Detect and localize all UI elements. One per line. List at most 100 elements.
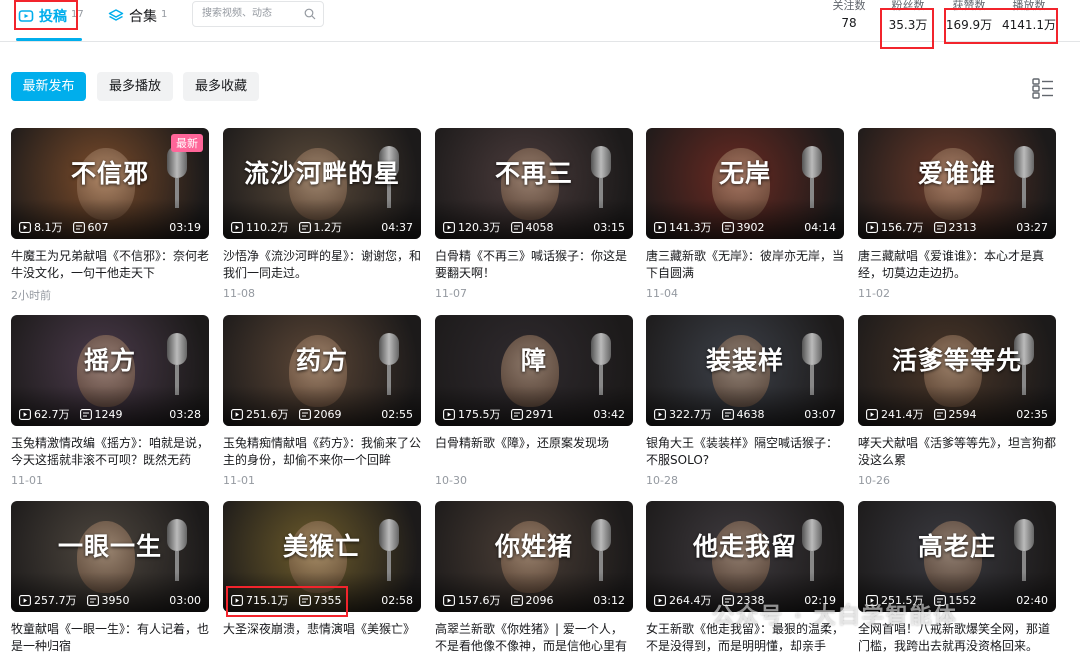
video-card[interactable]: 摇方 62.7万 1249 03:28 玉兔精激情改编《摇方》：咱就是说，今天这摇就非滚… xyxy=(11,315,209,487)
danmaku-icon xyxy=(933,221,946,233)
video-thumbnail[interactable]: 你姓猪 157.6万 2096 03:12 xyxy=(435,501,633,612)
filter-most-played[interactable]: 最多播放 xyxy=(97,72,173,101)
video-thumbnail[interactable]: 他走我留 264.4万 2338 02:19 xyxy=(646,501,844,612)
video-duration: 03:07 xyxy=(804,407,836,421)
search-icon[interactable] xyxy=(304,8,316,20)
highlight-box xyxy=(944,8,1058,44)
video-stats: 110.2万 1.2万 04:37 xyxy=(231,219,413,235)
video-stats: 251.6万 2069 02:55 xyxy=(231,406,413,422)
video-title[interactable]: 银角大王《装装样》隔空喊话猴子：不服SOLO? xyxy=(646,435,844,469)
video-title[interactable]: 高翠兰新歌《你姓猪》| 爱一个人，不是看他像不像神，而是信他心里有光。 xyxy=(435,621,633,655)
play-count: 120.3万 xyxy=(458,221,501,234)
thumbnail-song-title: 摇方 xyxy=(83,346,136,375)
video-card[interactable]: 爱谁谁 156.7万 2313 03:27 唐三藏献唱《爱谁谁》：本心才是真经，切莫边走… xyxy=(858,128,1056,300)
danmaku-count: 2313 xyxy=(948,220,977,234)
danmaku-icon xyxy=(721,408,734,420)
tab-collections-count: 1 xyxy=(161,8,168,20)
video-title[interactable]: 白骨精新歌《障》，还原案发现场 xyxy=(435,435,633,469)
video-title[interactable]: 玉兔精激情改编《摇方》：咱就是说，今天这摇就非滚不可呗？既然无药可… xyxy=(11,435,209,469)
video-duration: 04:14 xyxy=(804,220,836,234)
list-view-icon[interactable] xyxy=(1032,77,1054,99)
video-title[interactable]: 牧童献唱《一眼一生》：有人记着，也是一种归宿 xyxy=(11,621,209,655)
video-duration: 03:42 xyxy=(593,407,625,421)
filter-most-favorited[interactable]: 最多收藏 xyxy=(183,72,259,101)
danmaku-icon xyxy=(72,221,85,233)
active-tab-indicator xyxy=(16,38,82,41)
video-card[interactable]: 美猴亡715.1万735502:58大圣深夜崩溃，悲情演唱《美猴亡》10-24 xyxy=(223,501,421,662)
video-thumbnail[interactable]: 一眼一生 257.7万 3950 03:00 xyxy=(11,501,209,612)
video-card[interactable]: 不信邪 最新 8.1万 607 03:19 牛魔王为兄弟献唱《不信邪》：奈何老牛没文化，一… xyxy=(11,128,209,303)
play-count-icon xyxy=(866,408,878,420)
stat-label: 关注数 xyxy=(832,0,866,12)
danmaku-icon xyxy=(933,408,946,420)
video-card[interactable]: 高老庄 251.5万 1552 02:40 全网首唱！八戒新歌爆笑全网，那道门槛，我跨出… xyxy=(858,501,1056,662)
danmaku-count: 4638 xyxy=(736,407,765,421)
highlight-box xyxy=(880,8,934,49)
video-date: 11-01 xyxy=(11,474,43,487)
play-count-icon xyxy=(654,594,666,606)
play-count-icon xyxy=(443,594,455,606)
video-thumbnail[interactable]: 活爹等等先 241.4万 2594 02:35 xyxy=(858,315,1056,426)
danmaku-count: 1.2万 xyxy=(313,221,343,234)
video-stats: 257.7万 3950 03:00 xyxy=(19,592,201,608)
video-duration: 03:28 xyxy=(169,407,201,421)
video-duration: 02:35 xyxy=(1016,407,1048,421)
thumbnail-song-title: 高老庄 xyxy=(917,532,996,561)
video-card[interactable]: 障 175.5万 2971 03:42 白骨精新歌《障》，还原案发现场 10-30 xyxy=(435,315,633,487)
video-card[interactable]: 药方 251.6万 2069 02:55 玉兔精痴情献唱《药方》：我偷来了公主的身份，却… xyxy=(223,315,421,487)
video-thumbnail[interactable]: 不再三 120.3万 4058 03:15 xyxy=(435,128,633,239)
video-title[interactable]: 唐三藏献唱《爱谁谁》：本心才是真经，切莫边走边扔。 xyxy=(858,248,1056,282)
video-thumbnail[interactable]: 药方 251.6万 2069 02:55 xyxy=(223,315,421,426)
play-count: 110.2万 xyxy=(246,221,289,234)
danmaku-icon xyxy=(86,594,99,606)
video-card[interactable]: 他走我留 264.4万 2338 02:19 女王新歌《他走我留》：最狠的温柔，不是没得… xyxy=(646,501,844,662)
thumbnail-song-title: 他走我留 xyxy=(692,532,797,561)
video-duration: 03:00 xyxy=(169,593,201,607)
play-count-icon xyxy=(19,221,31,233)
video-card[interactable]: 无岸 141.3万 3902 04:14 唐三藏新歌《无岸》：彼岸亦无岸，当下自圆满 11… xyxy=(646,128,844,300)
video-thumbnail[interactable]: 不信邪 最新 8.1万 607 03:19 xyxy=(11,128,209,239)
layers-icon xyxy=(108,9,124,21)
video-title[interactable]: 牛魔王为兄弟献唱《不信邪》：奈何老牛没文化，一句干他走天下 xyxy=(11,248,209,282)
video-card[interactable]: 不再三 120.3万 4058 03:15 白骨精《不再三》喊话猴子：你这是要翻天啊！ 1… xyxy=(435,128,633,300)
watermark-text: 公众号 · 大白学智能体 xyxy=(712,604,958,629)
danmaku-count: 4058 xyxy=(525,220,554,234)
video-thumbnail[interactable]: 摇方 62.7万 1249 03:28 xyxy=(11,315,209,426)
play-count-icon xyxy=(19,594,31,606)
thumbnail-song-title: 美猴亡 xyxy=(282,532,361,561)
thumbnail-song-title: 一眼一生 xyxy=(57,532,162,561)
filter-latest[interactable]: 最新发布 xyxy=(11,72,86,101)
video-thumbnail[interactable]: 流沙河畔的星 110.2万 1.2万 04:37 xyxy=(223,128,421,239)
play-count: 175.5万 xyxy=(458,408,501,421)
video-card[interactable]: 装装样 322.7万 4638 03:07 银角大王《装装样》隔空喊话猴子：不服SOLO… xyxy=(646,315,844,487)
video-duration: 03:15 xyxy=(593,220,625,234)
tab-collections[interactable]: 合集 1 xyxy=(108,5,167,27)
danmaku-count: 2069 xyxy=(313,407,342,421)
video-title[interactable]: 沙悟净《流沙河畔的星》：谢谢您，和我们一同走过。 xyxy=(223,248,421,282)
video-duration: 02:55 xyxy=(381,407,413,421)
video-stats: 62.7万 1249 03:28 xyxy=(19,406,201,422)
video-card[interactable]: 一眼一生 257.7万 3950 03:00 牧童献唱《一眼一生》：有人记着，也是一种归… xyxy=(11,501,209,662)
play-count: 157.6万 xyxy=(458,594,501,607)
play-count: 141.3万 xyxy=(669,221,712,234)
video-title[interactable]: 白骨精《不再三》喊话猴子：你这是要翻天啊！ xyxy=(435,248,633,282)
new-badge: 最新 xyxy=(171,134,203,152)
video-card[interactable]: 流沙河畔的星 110.2万 1.2万 04:37 沙悟净《流沙河畔的星》：谢谢您，和我们… xyxy=(223,128,421,300)
video-card[interactable]: 你姓猪 157.6万 2096 03:12 高翠兰新歌《你姓猪》| 爱一个人，不是看他像… xyxy=(435,501,633,662)
video-title[interactable]: 唐三藏新歌《无岸》：彼岸亦无岸，当下自圆满 xyxy=(646,248,844,282)
stat-following[interactable]: 关注数 78 xyxy=(826,0,872,30)
video-thumbnail[interactable]: 无岸 141.3万 3902 04:14 xyxy=(646,128,844,239)
video-thumbnail[interactable]: 高老庄 251.5万 1552 02:40 xyxy=(858,501,1056,612)
video-title[interactable]: 玉兔精痴情献唱《药方》：我偷来了公主的身份，却偷不来你一个回眸 xyxy=(223,435,421,469)
video-card[interactable]: 活爹等等先 241.4万 2594 02:35 哮天犬献唱《活爹等等先》，坦言狗都没这么… xyxy=(858,315,1056,487)
video-date: 11-04 xyxy=(646,287,678,300)
video-date: 10-28 xyxy=(646,474,678,487)
video-thumbnail[interactable]: 障 175.5万 2971 03:42 xyxy=(435,315,633,426)
video-stats: 322.7万 4638 03:07 xyxy=(654,406,836,422)
video-thumbnail[interactable]: 装装样 322.7万 4638 03:07 xyxy=(646,315,844,426)
play-count-icon xyxy=(443,221,455,233)
video-title[interactable]: 哮天犬献唱《活爹等等先》，坦言狗都没这么累 xyxy=(858,435,1056,469)
video-title[interactable]: 大圣深夜崩溃，悲情演唱《美猴亡》 xyxy=(223,621,421,655)
video-thumbnail[interactable]: 爱谁谁 156.7万 2313 03:27 xyxy=(858,128,1056,239)
search-input[interactable]: 搜索视频、动态 xyxy=(192,1,324,27)
